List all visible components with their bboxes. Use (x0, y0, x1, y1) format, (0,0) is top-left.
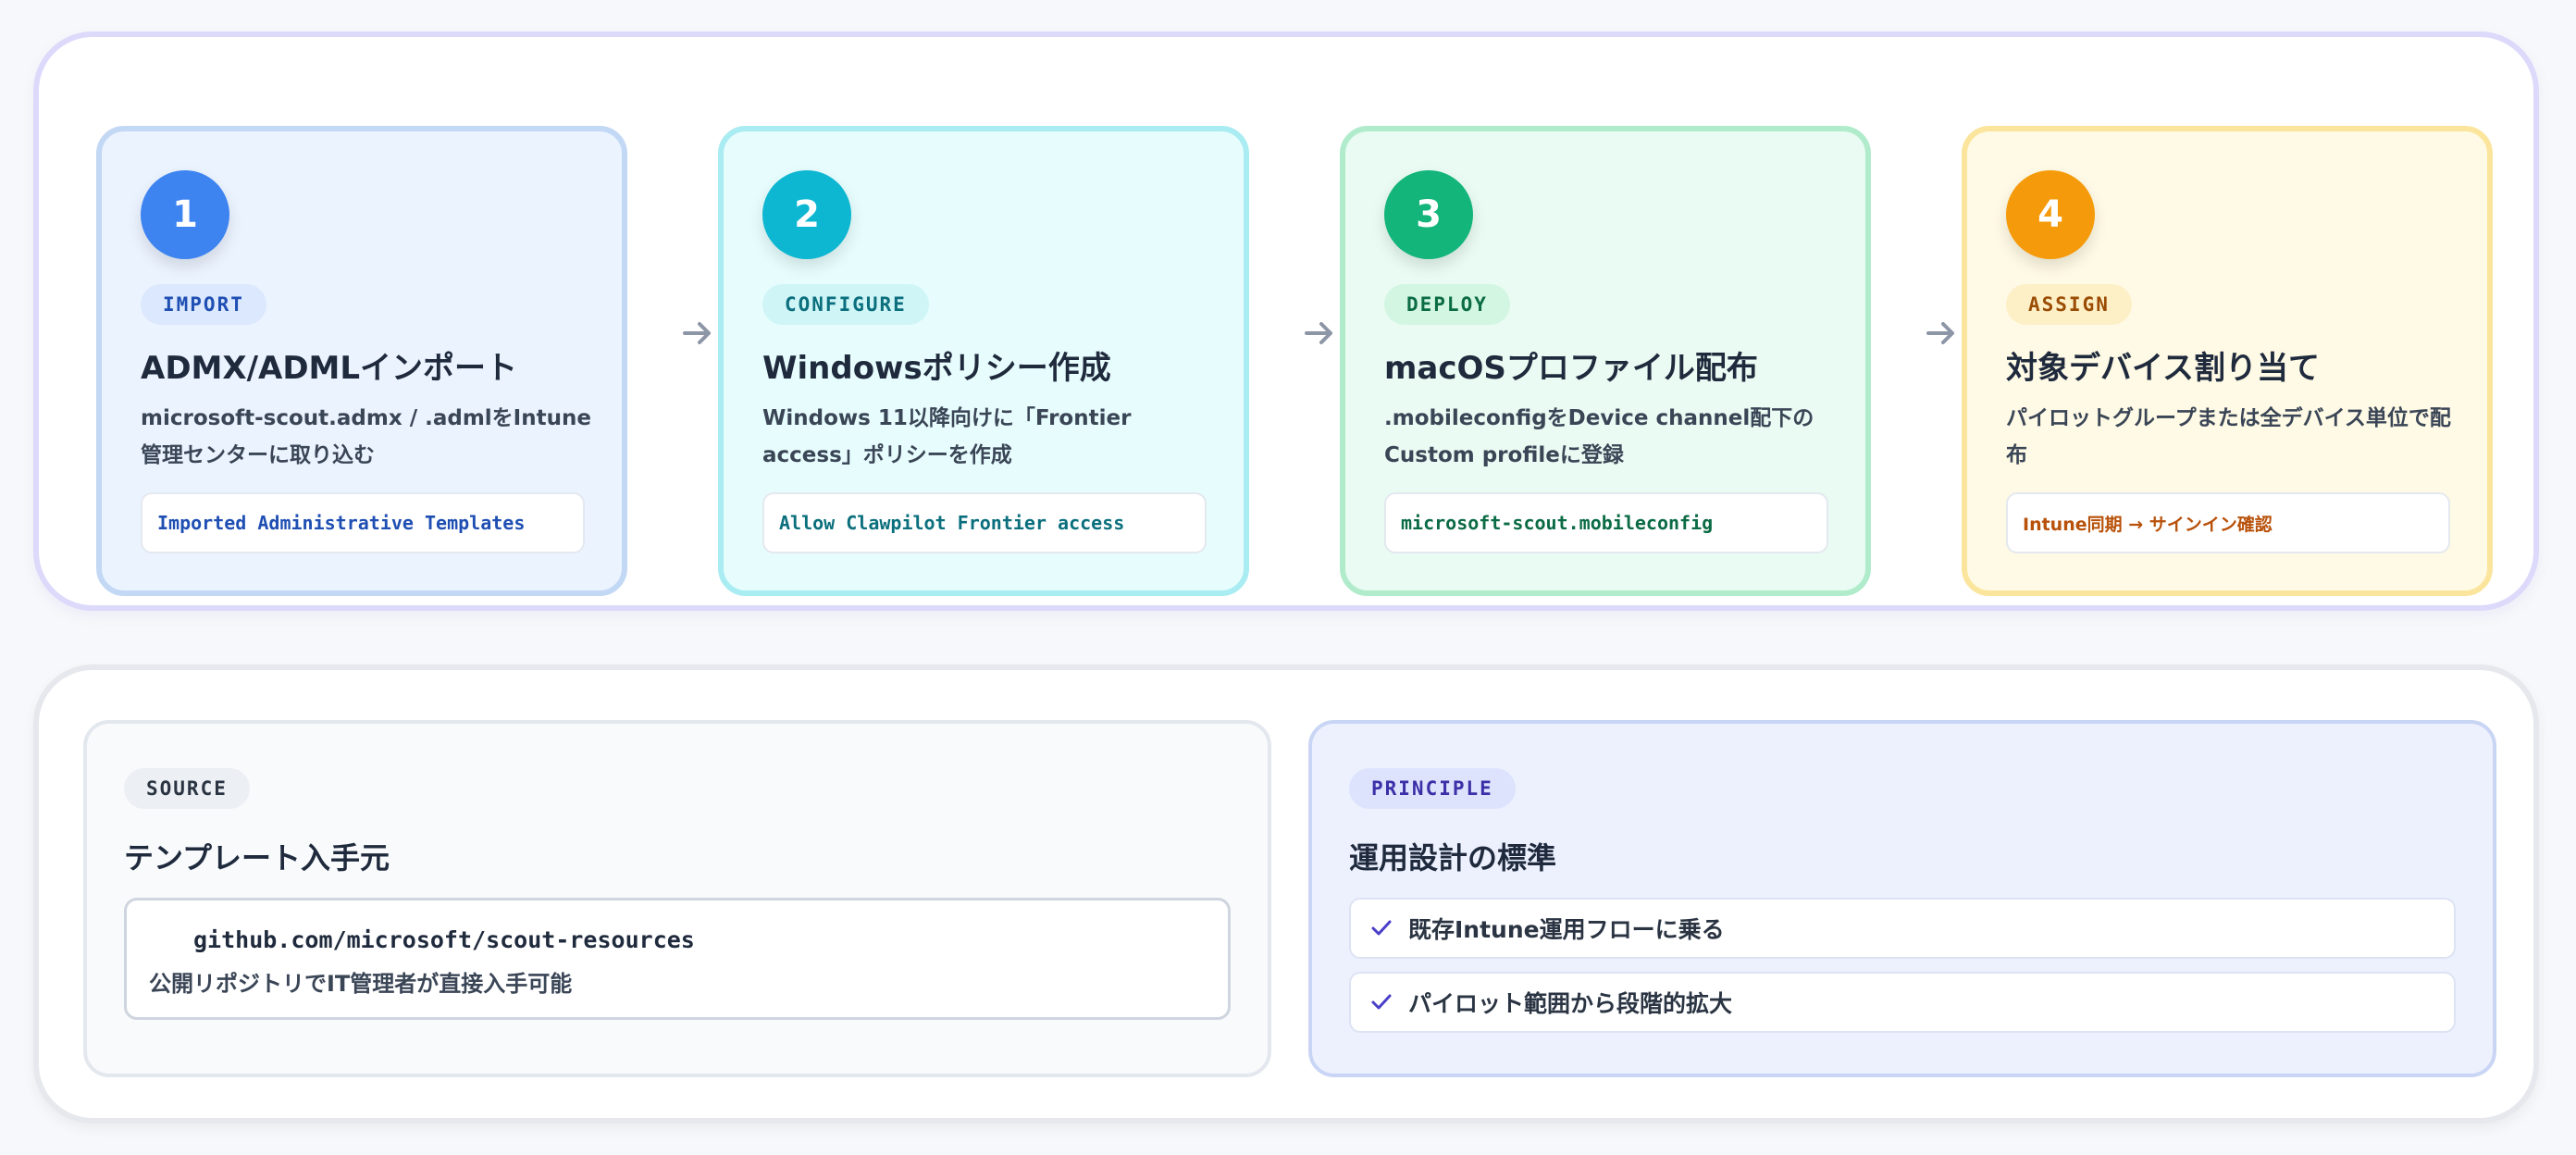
step-number-badge: 3 (1384, 170, 1473, 259)
step-chip: Allow Clawpilot Frontier access (762, 492, 1207, 553)
step-tag: IMPORT (141, 284, 266, 325)
step-description: Windows 11以降向けに「Frontier access」ポリシーを作成 (762, 406, 1132, 467)
principle-item-label: 既存Intune運用フローに乗る (1408, 916, 1725, 943)
step-chip: Intune同期 → サインイン確認 (2006, 492, 2450, 553)
repository-url[interactable]: github.com/microsoft/scout-resources (193, 926, 695, 953)
step-title: ADMX/ADMLインポート (141, 350, 518, 387)
repository-note: 公開リポジトリでIT管理者が直接入手可能 (149, 971, 573, 997)
principle-item: 既存Intune運用フローに乗る (1349, 898, 2456, 959)
step-number-badge: 2 (762, 170, 851, 259)
step-title: 対象デバイス割り当て (2006, 350, 2320, 387)
step-card-assign: 4 ASSIGN 対象デバイス割り当て パイロットグループまたは全デバイス単位で… (1962, 126, 2493, 596)
deployment-steps-panel: 1 IMPORT ADMX/ADMLインポート microsoft-scout.… (33, 31, 2539, 611)
source-title: テンプレート入手元 (124, 840, 390, 876)
step-description: パイロットグループまたは全デバイス単位で配布 (2006, 406, 2451, 467)
arrow-right-icon (683, 322, 711, 344)
source-card: SOURCE テンプレート入手元 github.com/microsoft/sc… (83, 720, 1271, 1077)
step-description: microsoft-scout.admx / .admlをIntune管理センタ… (141, 406, 591, 467)
principle-tag: PRINCIPLE (1349, 768, 1516, 809)
principle-item: パイロット範囲から段階的拡大 (1349, 972, 2456, 1033)
step-tag: ASSIGN (2006, 284, 2132, 325)
principle-item-label: パイロット範囲から段階的拡大 (1408, 990, 1733, 1017)
source-tag: SOURCE (124, 768, 250, 809)
check-icon (1371, 920, 1392, 936)
principle-card: PRINCIPLE 運用設計の標準 既存Intune運用フローに乗る パイロット… (1308, 720, 2496, 1077)
check-icon (1371, 994, 1392, 1010)
step-card-deploy: 3 DEPLOY macOSプロファイル配布 .mobileconfigをDev… (1340, 126, 1871, 596)
repository-box: github.com/microsoft/scout-resources 公開リ… (124, 898, 1231, 1020)
step-tag: CONFIGURE (762, 284, 929, 325)
step-card-import: 1 IMPORT ADMX/ADMLインポート microsoft-scout.… (96, 126, 627, 596)
arrow-right-icon (1305, 322, 1332, 344)
step-card-configure: 2 CONFIGURE Windowsポリシー作成 Windows 11以降向け… (718, 126, 1249, 596)
step-number-badge: 1 (141, 170, 229, 259)
step-chip: Imported Administrative Templates (141, 492, 585, 553)
step-number-badge: 4 (2006, 170, 2095, 259)
step-title: macOSプロファイル配布 (1384, 350, 1758, 387)
arrow-right-icon (1926, 322, 1954, 344)
info-panel: SOURCE テンプレート入手元 github.com/microsoft/sc… (33, 664, 2539, 1124)
principle-title: 運用設計の標準 (1349, 840, 1557, 876)
step-chip: microsoft-scout.mobileconfig (1384, 492, 1828, 553)
step-description: .mobileconfigをDevice channel配下のCustom pr… (1384, 406, 1814, 467)
step-title: Windowsポリシー作成 (762, 350, 1111, 387)
step-tag: DEPLOY (1384, 284, 1510, 325)
